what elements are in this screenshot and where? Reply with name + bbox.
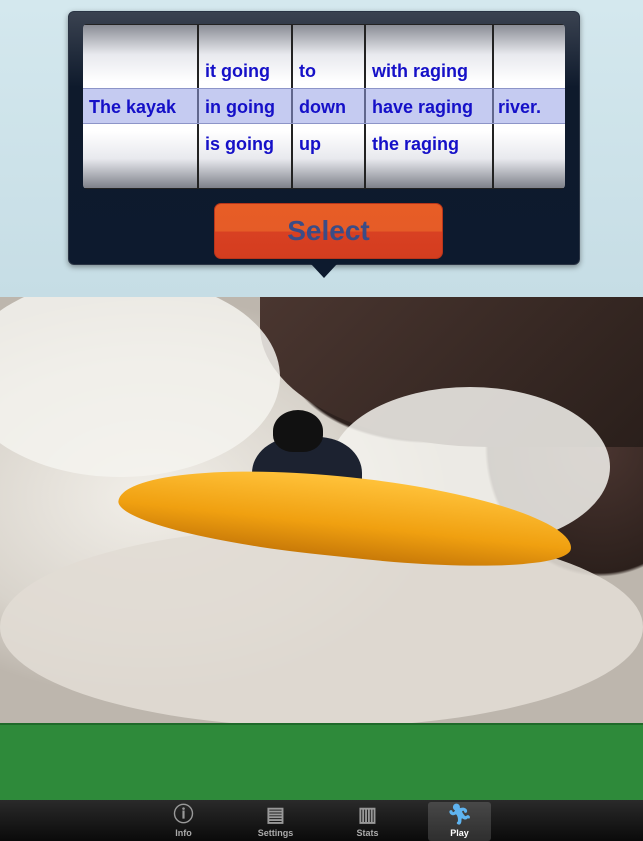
- bar-chart-icon: ▥: [358, 804, 377, 826]
- option[interactable]: to: [299, 61, 316, 82]
- option[interactable]: is going: [205, 134, 274, 155]
- selected-option[interactable]: have raging: [372, 97, 473, 118]
- tab-settings[interactable]: ▤ Settings: [244, 802, 307, 841]
- select-button[interactable]: Select: [214, 203, 443, 259]
- tab-stats[interactable]: ▥ Stats: [336, 802, 399, 841]
- selected-option[interactable]: down: [299, 97, 346, 118]
- grass-strip: [0, 723, 643, 800]
- tab-label: Stats: [356, 828, 379, 838]
- foam: [0, 297, 280, 477]
- kayak-photo: [0, 297, 643, 723]
- tab-label: Settings: [257, 828, 294, 838]
- option[interactable]: the raging: [372, 134, 459, 155]
- selected-option[interactable]: in going: [205, 97, 275, 118]
- tab-info[interactable]: ⓘ Info: [152, 802, 215, 841]
- inbox-tray-icon: ▤: [266, 804, 285, 826]
- popover-arrow: [311, 264, 337, 278]
- option[interactable]: up: [299, 134, 321, 155]
- selected-option[interactable]: river.: [498, 97, 541, 118]
- running-person-icon: 🏃︎: [446, 804, 473, 826]
- info-icon: ⓘ: [173, 804, 194, 826]
- selected-option[interactable]: The kayak: [89, 97, 176, 118]
- tab-bar: ⓘ Info ▤ Settings ▥ Stats 🏃︎ Play: [0, 800, 643, 841]
- option[interactable]: with raging: [372, 61, 468, 82]
- tab-label: Play: [450, 828, 469, 838]
- helmet: [273, 410, 323, 452]
- option[interactable]: it going: [205, 61, 270, 82]
- tab-play[interactable]: 🏃︎ Play: [428, 802, 491, 841]
- tab-label: Info: [175, 828, 192, 838]
